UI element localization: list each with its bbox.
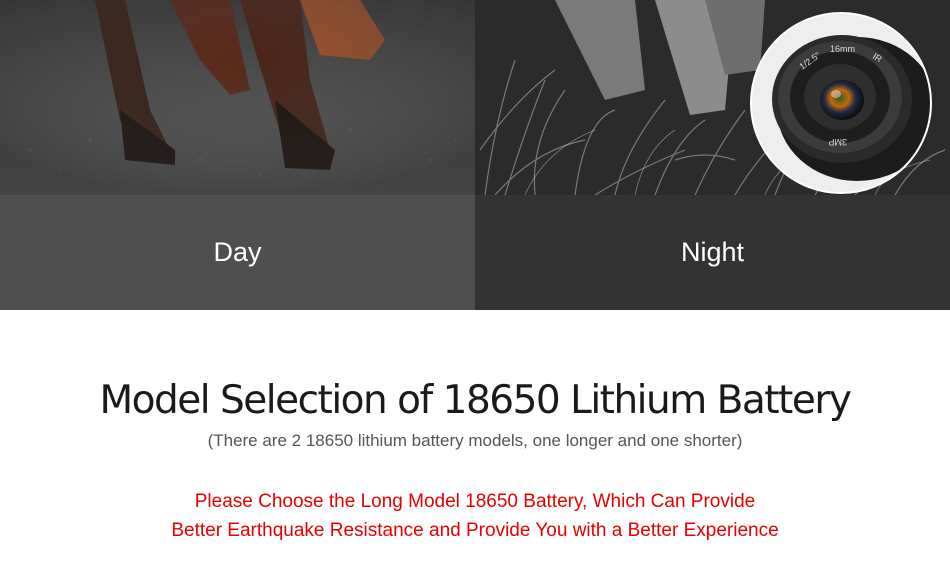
note-line-2: Better Earthquake Resistance and Provide…	[171, 520, 779, 541]
section-title: Model Selection of 18650 Lithium Battery	[99, 378, 852, 423]
lens-resolution-text: 3MP	[828, 137, 847, 147]
note-line-1: Please Choose the Long Model 18650 Batte…	[194, 491, 756, 512]
night-label: Night	[680, 237, 745, 267]
section-subtitle: (There are 2 18650 lithium battery model…	[207, 431, 743, 450]
day-label: Day	[213, 237, 262, 267]
lens-focal-text: 16mm	[830, 44, 855, 54]
camera-lens-icon: 1/2.5" 16mm IR 3MP	[752, 14, 930, 192]
day-photo	[0, 0, 475, 195]
lens-badge: 1/2.5" 16mm IR 3MP	[750, 12, 932, 194]
day-panel: Day	[0, 0, 475, 310]
